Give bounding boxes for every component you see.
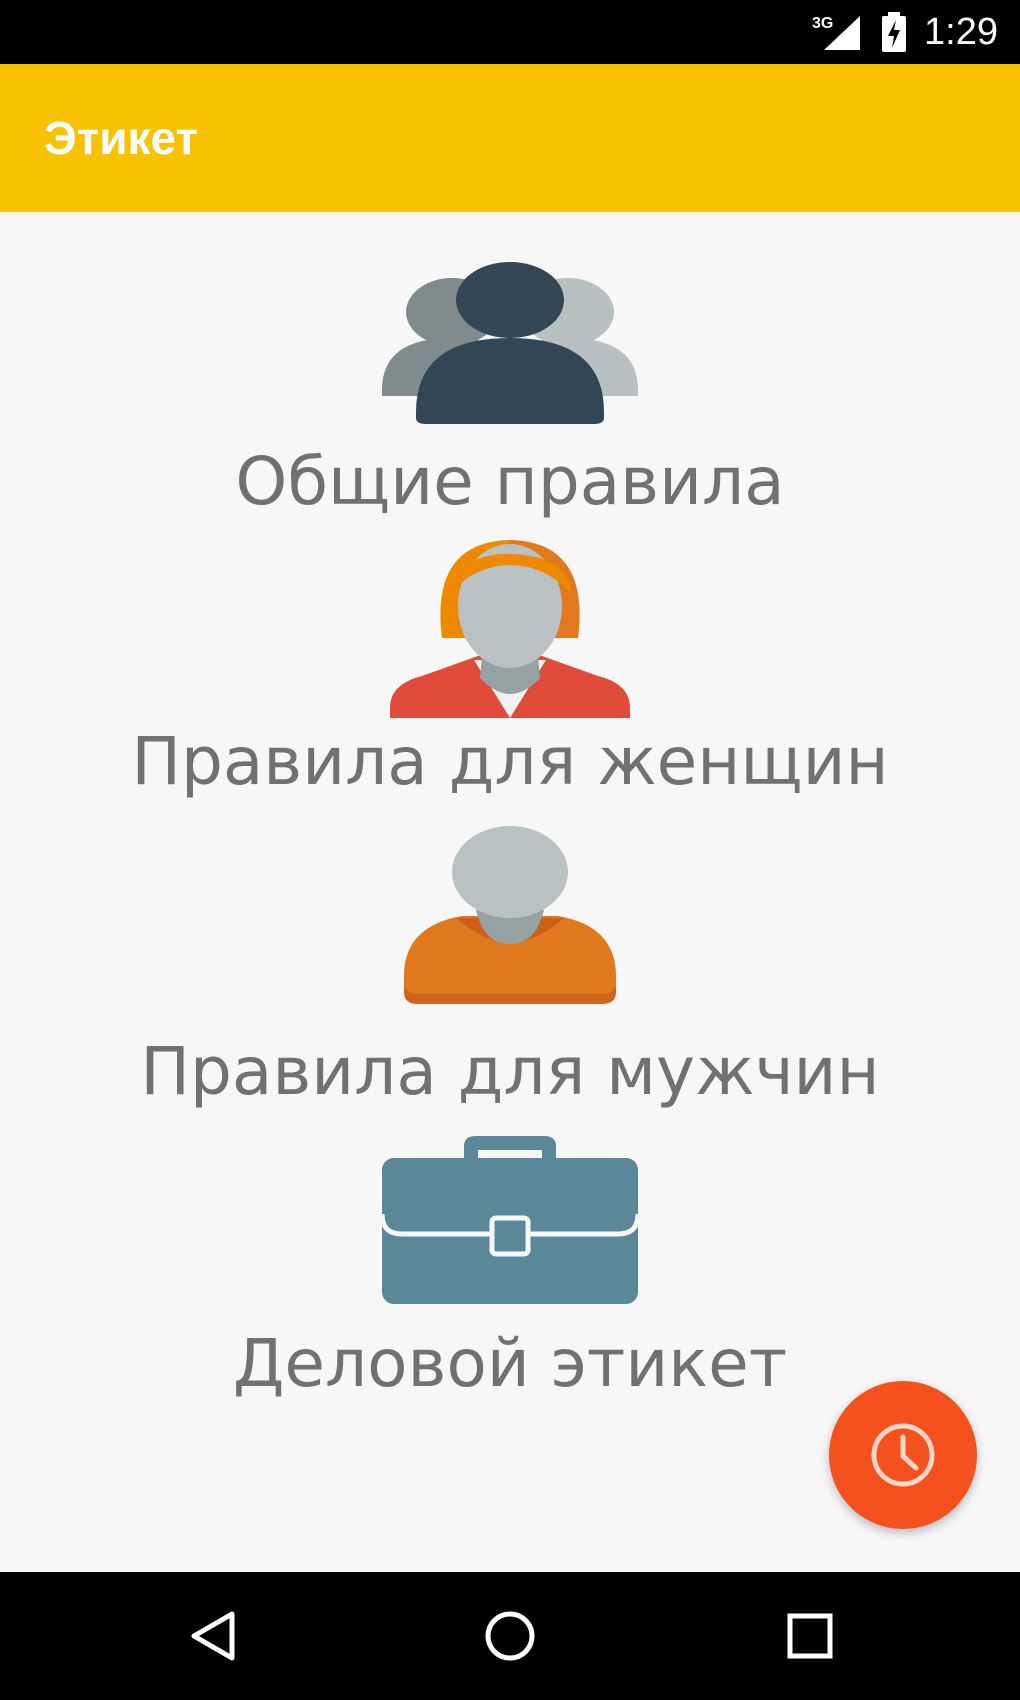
network-type-label: 3G xyxy=(812,15,833,32)
menu-item-men-rules[interactable]: Правила для мужчин xyxy=(0,826,1020,1116)
navigation-bar xyxy=(0,1572,1020,1700)
nav-recents-button[interactable] xyxy=(750,1572,870,1700)
nav-home-button[interactable] xyxy=(450,1572,570,1700)
recents-icon xyxy=(787,1613,833,1659)
status-time: 1:29 xyxy=(924,11,998,53)
people-group-icon xyxy=(382,262,638,424)
back-icon xyxy=(191,1611,235,1661)
menu-item-general-rules[interactable]: Общие правила xyxy=(0,262,1020,522)
menu-item-label: Общие правила xyxy=(235,443,785,520)
fab-clock-button[interactable] xyxy=(829,1381,977,1529)
status-bar: 3G 1:29 xyxy=(0,0,1020,64)
man-icon xyxy=(404,826,616,1004)
app-title: Этикет xyxy=(44,112,199,164)
home-icon xyxy=(485,1611,535,1661)
nav-back-button[interactable] xyxy=(154,1572,274,1700)
woman-icon xyxy=(390,540,630,718)
briefcase-icon xyxy=(382,1136,638,1304)
menu-item-business-etiquette[interactable]: Деловой этикет xyxy=(0,1134,1020,1424)
signal-3g-icon: 3G xyxy=(812,15,860,50)
clock-icon xyxy=(871,1423,935,1487)
menu-item-label: Правила для мужчин xyxy=(140,1033,880,1110)
app-bar: Этикет xyxy=(0,64,1020,212)
menu-list: Общие правила Правила для женщин Правила… xyxy=(0,212,1020,1572)
menu-item-label: Правила для женщин xyxy=(131,723,889,800)
menu-item-women-rules[interactable]: Правила для женщин xyxy=(0,538,1020,808)
battery-charging-icon xyxy=(882,12,906,52)
